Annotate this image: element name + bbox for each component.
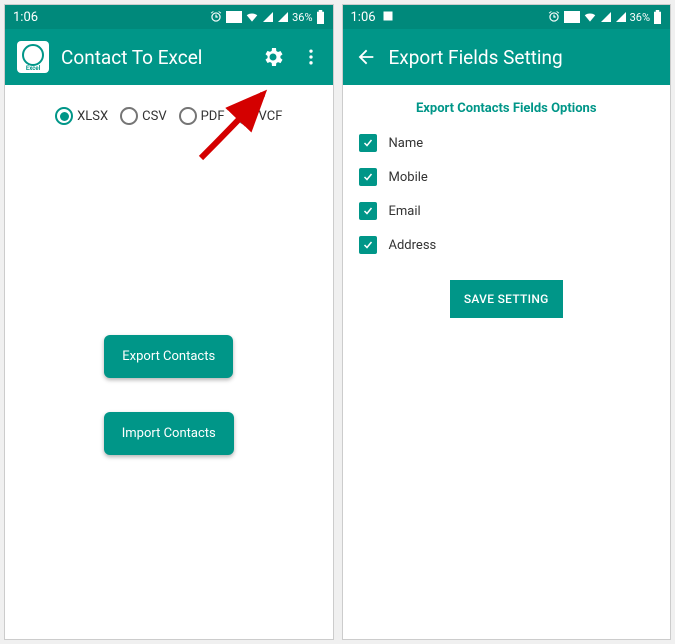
back-icon[interactable] <box>355 46 377 68</box>
radio-pdf[interactable]: PDF <box>179 107 225 125</box>
alarm-icon <box>209 10 223 24</box>
status-bar: 1:06 36% <box>5 5 333 29</box>
signal-icon <box>262 11 274 23</box>
radio-vcf[interactable]: VCF <box>237 107 283 125</box>
check-email[interactable]: Email <box>359 194 655 228</box>
settings-icon[interactable] <box>261 45 285 69</box>
check-label: Name <box>389 136 424 151</box>
main-content: XLSX CSV PDF VCF Export Contacts Import … <box>5 85 333 639</box>
section-title: Export Contacts Fields Options <box>343 101 671 126</box>
right-screen: 1:06 36% Export Fields Setting Export Co… <box>342 4 672 640</box>
checkbox-icon <box>359 236 377 254</box>
checkbox-icon <box>359 202 377 220</box>
export-contacts-button[interactable]: Export Contacts <box>104 335 233 378</box>
status-bar: 1:06 36% <box>343 5 671 29</box>
status-icons: 36% <box>547 10 662 24</box>
wifi-icon <box>583 10 597 24</box>
image-icon <box>382 10 394 22</box>
check-label: Address <box>389 238 437 253</box>
checkbox-icon <box>359 168 377 186</box>
radio-label: VCF <box>259 109 283 124</box>
more-icon[interactable] <box>301 47 321 67</box>
signal-icon <box>600 11 612 23</box>
radio-label: XLSX <box>77 109 108 124</box>
save-setting-button[interactable]: SAVE SETTING <box>450 280 563 318</box>
app-logo-icon: Excel <box>17 41 49 73</box>
left-screen: 1:06 36% Excel Contact To Excel XLSX CSV… <box>4 4 334 640</box>
battery-percent: 36% <box>630 11 650 24</box>
main-content: Export Contacts Fields Options Name Mobi… <box>343 85 671 639</box>
check-address[interactable]: Address <box>359 228 655 262</box>
battery-icon <box>653 10 662 24</box>
battery-percent: 36% <box>292 11 312 24</box>
volte-icon <box>564 11 580 23</box>
volte-icon <box>226 11 242 23</box>
check-name[interactable]: Name <box>359 126 655 160</box>
app-title: Export Fields Setting <box>389 46 659 69</box>
radio-label: CSV <box>142 109 166 124</box>
signal-icon-2 <box>277 11 289 23</box>
check-label: Mobile <box>389 170 428 185</box>
radio-label: PDF <box>201 109 225 124</box>
app-bar: Export Fields Setting <box>343 29 671 85</box>
status-time: 1:06 <box>351 10 395 25</box>
import-contacts-button[interactable]: Import Contacts <box>104 412 234 455</box>
check-mobile[interactable]: Mobile <box>359 160 655 194</box>
radio-csv[interactable]: CSV <box>120 107 166 125</box>
wifi-icon <box>245 10 259 24</box>
battery-icon <box>316 10 325 24</box>
check-label: Email <box>389 204 421 219</box>
checkbox-icon <box>359 134 377 152</box>
signal-icon-2 <box>615 11 627 23</box>
alarm-icon <box>547 10 561 24</box>
app-bar: Excel Contact To Excel <box>5 29 333 85</box>
format-radio-group: XLSX CSV PDF VCF <box>5 101 333 131</box>
status-icons: 36% <box>209 10 324 24</box>
status-time: 1:06 <box>13 10 38 25</box>
field-checklist: Name Mobile Email Address <box>343 126 671 262</box>
radio-xlsx[interactable]: XLSX <box>55 107 108 125</box>
app-title: Contact To Excel <box>61 46 249 69</box>
